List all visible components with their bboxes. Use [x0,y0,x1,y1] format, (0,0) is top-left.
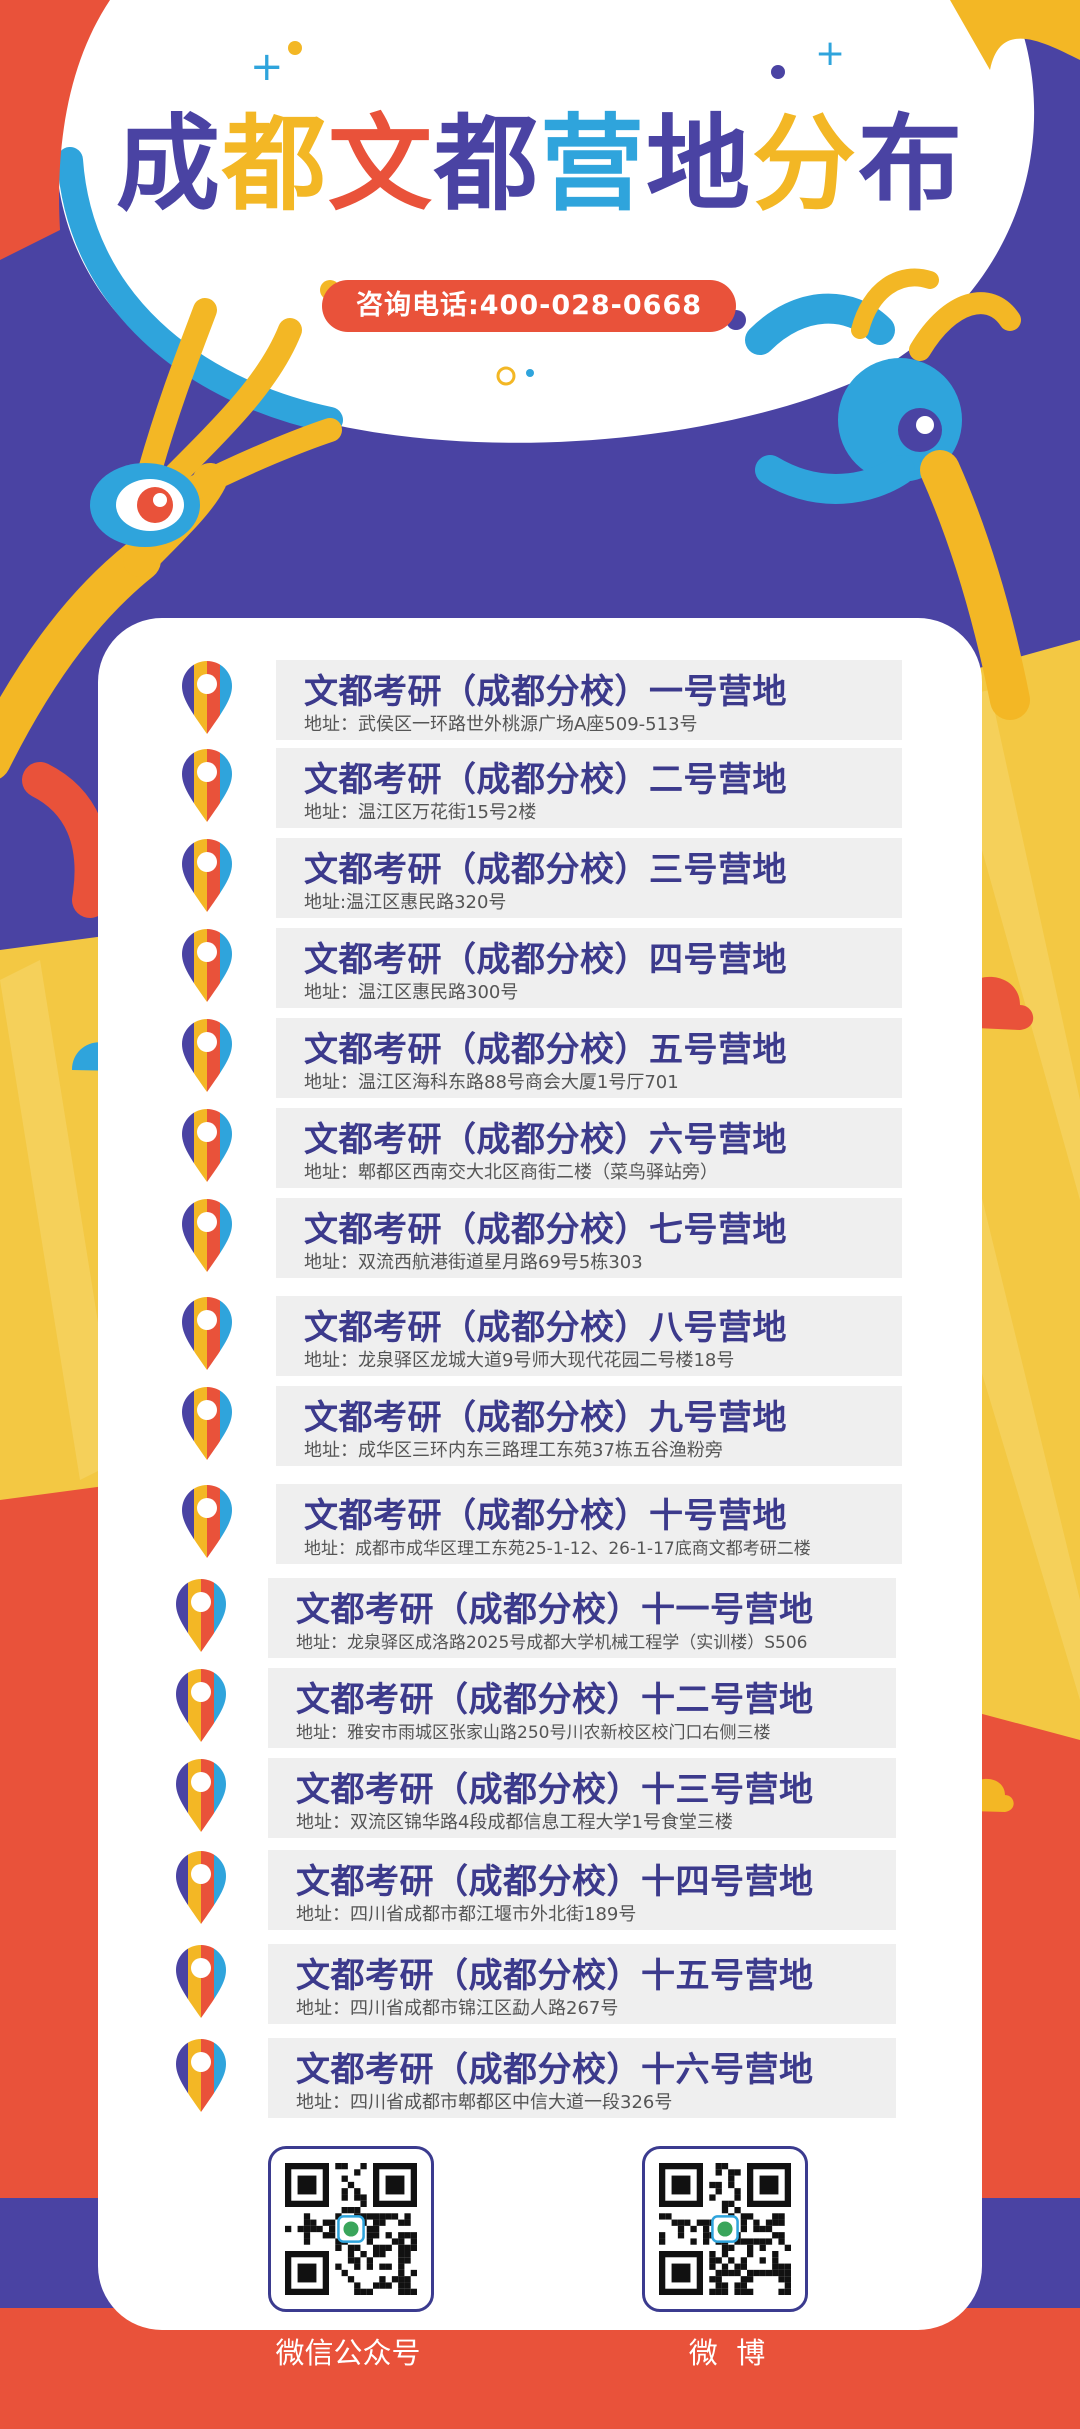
campus-name: 文都考研（成都分校）三号营地 [304,850,787,890]
campus-info-box: 文都考研（成都分校）六号营地 地址：郫都区西南交大北区商街二楼（菜鸟驿站旁） [276,1108,902,1188]
location-pin-icon [176,1851,226,1925]
location-pin-icon [176,1579,226,1653]
campus-item: 文都考研（成都分校）七号营地 地址：双流西航港街道星月路69号5栋303 [0,1198,1080,1278]
campus-address: 地址：温江区万花街15号2楼 [304,802,537,823]
location-pin-icon [182,1109,232,1183]
campus-name: 文都考研（成都分校）十号营地 [304,1496,787,1536]
qr-code-weibo[interactable] [642,2146,808,2312]
campus-info-box: 文都考研（成都分校）五号营地 地址：温江区海科东路88号商会大厦1号厅701 [276,1018,902,1098]
campus-item: 文都考研（成都分校）十二号营地地址：雅安市雨城区张家山路250号川农新校区校门口… [0,1668,1080,1748]
campus-address: 地址：双流西航港街道星月路69号5栋303 [304,1252,643,1273]
campus-address: 地址：温江区海科东路88号商会大厦1号厅701 [304,1072,679,1093]
campus-info-box: 文都考研（成都分校）十六号营地 地址：四川省成都市郫都区中信大道一段326号 [268,2038,896,2118]
campus-info-box: 文都考研（成都分校）三号营地 地址:温江区惠民路320号 [276,838,902,918]
campus-address: 地址：龙泉驿区成洛路2025号成都大学机械工程学（实训楼）S506 [296,1633,808,1653]
campus-item: 文都考研（成都分校）十三号营地 地址：双流区锦华路4段成都信息工程大学1号食堂三楼 [0,1758,1080,1838]
campus-name: 文都考研（成都分校）十二号营地 [296,1680,814,1720]
campus-info-box: 文都考研（成都分校）十四号营地 地址：四川省成都市都江堰市外北街189号 [268,1850,896,1930]
svg-text:+: + [250,44,284,90]
campus-info-box: 文都考研（成都分校）十一号营地地址：龙泉驿区成洛路2025号成都大学机械工程学（… [268,1578,896,1658]
campus-name: 文都考研（成都分校）十六号营地 [296,2050,814,2090]
campus-item: 文都考研（成都分校）十四号营地 地址：四川省成都市都江堰市外北街189号 [0,1850,1080,1930]
campus-address: 地址：双流区锦华路4段成都信息工程大学1号食堂三楼 [296,1812,733,1833]
campus-info-box: 文都考研（成都分校）十二号营地地址：雅安市雨城区张家山路250号川农新校区校门口… [268,1668,896,1748]
campus-info-box: 文都考研（成都分校）二号营地 地址：温江区万花街15号2楼 [276,748,902,828]
campus-address: 地址：郫都区西南交大北区商街二楼（菜鸟驿站旁） [304,1162,718,1183]
phone-number-banner: 咨询电话:400-028-0668 [322,280,736,332]
location-pin-icon [182,1199,232,1273]
campus-name: 文都考研（成都分校）四号营地 [304,940,787,980]
campus-info-box: 文都考研（成都分校）七号营地 地址：双流西航港街道星月路69号5栋303 [276,1198,902,1278]
campus-address: 地址：四川省成都市锦江区勐人路267号 [296,1998,619,2019]
location-pin-icon [182,929,232,1003]
campus-name: 文都考研（成都分校）五号营地 [304,1030,787,1070]
campus-item: 文都考研（成都分校）六号营地 地址：郫都区西南交大北区商街二楼（菜鸟驿站旁） [0,1108,1080,1188]
location-pin-icon [182,839,232,913]
campus-item: 文都考研（成都分校）二号营地 地址：温江区万花街15号2楼 [0,748,1080,828]
campus-item: 文都考研（成都分校）十一号营地地址：龙泉驿区成洛路2025号成都大学机械工程学（… [0,1578,1080,1658]
location-pin-icon [182,661,232,735]
svg-text:+: + [815,33,845,74]
location-pin-icon [182,1019,232,1093]
title-char: 成 [115,103,222,225]
location-pin-icon [182,749,232,823]
campus-info-box: 文都考研（成都分校）十五号营地 地址：四川省成都市锦江区勐人路267号 [268,1944,896,2024]
campus-address: 地址：成都市成华区理工东苑25-1-12、26-1-17底商文都考研二楼 [304,1539,811,1559]
campus-item: 文都考研（成都分校）十六号营地 地址：四川省成都市郫都区中信大道一段326号 [0,2038,1080,2118]
qr-label-weibo: 微 博 [688,2336,766,2370]
location-pin-icon [176,2039,226,2113]
campus-info-box: 文都考研（成都分校）十号营地地址：成都市成华区理工东苑25-1-12、26-1-… [276,1484,902,1564]
campus-address: 地址：四川省成都市郫都区中信大道一段326号 [296,2092,673,2113]
campus-address: 地址：雅安市雨城区张家山路250号川农新校区校门口右侧三楼 [296,1723,771,1743]
campus-name: 文都考研（成都分校）十一号营地 [296,1590,814,1630]
location-pin-icon [176,1759,226,1833]
campus-name: 文都考研（成都分校）十三号营地 [296,1770,814,1810]
title-char: 文 [327,103,434,225]
location-pin-icon [176,1669,226,1743]
qr-code-icon [659,2163,791,2295]
campus-item: 文都考研（成都分校）十五号营地 地址：四川省成都市锦江区勐人路267号 [0,1944,1080,2024]
campus-address: 地址：成华区三环内东三路理工东苑37栋五谷渔粉旁 [304,1440,723,1461]
campus-name: 文都考研（成都分校）十五号营地 [296,1956,814,1996]
campus-address: 地址：龙泉驿区龙城大道9号师大现代花园二号楼18号 [304,1350,735,1371]
title-char: 营 [540,103,647,225]
campus-info-box: 文都考研（成都分校）四号营地 地址：温江区惠民路300号 [276,928,902,1008]
title-char: 布 [858,103,965,225]
campus-item: 文都考研（成都分校）四号营地 地址：温江区惠民路300号 [0,928,1080,1008]
campus-info-box: 文都考研（成都分校）一号营地 地址：武侯区一环路世外桃源广场A座509-513号 [276,660,902,740]
title-char: 地 [646,103,753,225]
campus-info-box: 文都考研（成都分校）十三号营地 地址：双流区锦华路4段成都信息工程大学1号食堂三楼 [268,1758,896,1838]
campus-address: 地址：武侯区一环路世外桃源广场A座509-513号 [304,714,698,735]
campus-item: 文都考研（成都分校）八号营地 地址：龙泉驿区龙城大道9号师大现代花园二号楼18号 [0,1296,1080,1376]
location-pin-icon [182,1485,232,1559]
title-char: 都 [221,103,328,225]
campus-name: 文都考研（成都分校）七号营地 [304,1210,787,1250]
title-char: 都 [433,103,540,225]
qr-code-wechat[interactable] [268,2146,434,2312]
location-pin-icon [176,1945,226,2019]
campus-name: 文都考研（成都分校）十四号营地 [296,1862,814,1902]
campus-address: 地址：四川省成都市都江堰市外北街189号 [296,1904,637,1925]
campus-info-box: 文都考研（成都分校）八号营地 地址：龙泉驿区龙城大道9号师大现代花园二号楼18号 [276,1296,902,1376]
campus-name: 文都考研（成都分校）九号营地 [304,1398,787,1438]
campus-item: 文都考研（成都分校）三号营地 地址:温江区惠民路320号 [0,838,1080,918]
qr-label-wechat: 微信公众号 [275,2336,421,2370]
campus-name: 文都考研（成都分校）六号营地 [304,1120,787,1160]
campus-name: 文都考研（成都分校）二号营地 [304,760,787,800]
campus-item: 文都考研（成都分校）五号营地 地址：温江区海科东路88号商会大厦1号厅701 [0,1018,1080,1098]
title-char: 分 [752,103,859,225]
campus-address: 地址：温江区惠民路300号 [304,982,519,1003]
campus-address: 地址:温江区惠民路320号 [304,892,507,913]
location-pin-icon [182,1297,232,1371]
qr-code-icon [285,2163,417,2295]
campus-item: 文都考研（成都分校）十号营地地址：成都市成华区理工东苑25-1-12、26-1-… [0,1484,1080,1564]
campus-name: 文都考研（成都分校）一号营地 [304,672,787,712]
location-pin-icon [182,1387,232,1461]
campus-item: 文都考研（成都分校）九号营地 地址：成华区三环内东三路理工东苑37栋五谷渔粉旁 [0,1386,1080,1466]
page-title: 成都文都营地分布 [0,112,1080,216]
campus-info-box: 文都考研（成都分校）九号营地 地址：成华区三环内东三路理工东苑37栋五谷渔粉旁 [276,1386,902,1466]
campus-name: 文都考研（成都分校）八号营地 [304,1308,787,1348]
campus-item: 文都考研（成都分校）一号营地 地址：武侯区一环路世外桃源广场A座509-513号 [0,660,1080,740]
